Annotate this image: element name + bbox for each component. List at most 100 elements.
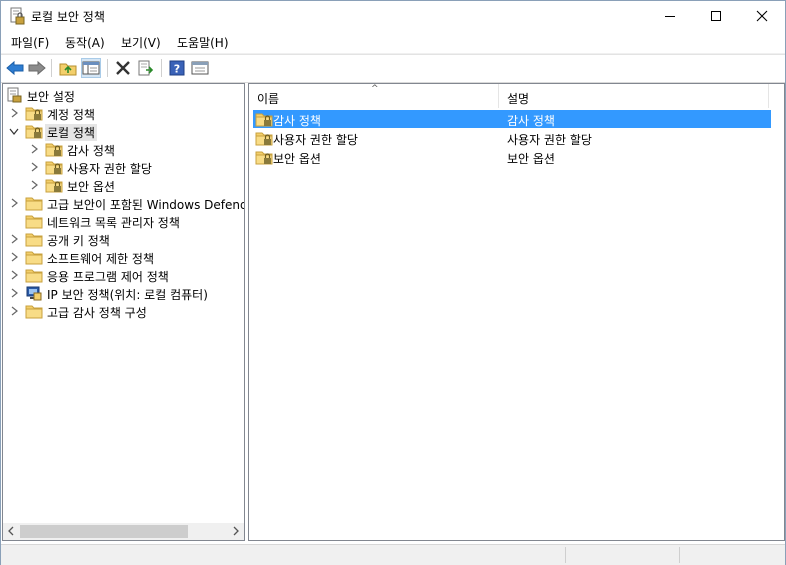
chevron-down-icon[interactable] bbox=[9, 125, 19, 137]
tree-item-application-control[interactable]: 응용 프로그램 제어 정책 bbox=[3, 266, 244, 284]
list-item-description: 사용자 권한 할당 bbox=[507, 133, 592, 147]
tree-item-user-rights-assignment[interactable]: 사용자 권한 할당 bbox=[3, 158, 244, 176]
tree-item-label: 로컬 정책 bbox=[45, 124, 97, 141]
tree-item-label: 고급 보안이 포함된 Windows Defende bbox=[47, 198, 245, 212]
close-button[interactable] bbox=[739, 1, 785, 31]
up-one-level-button[interactable] bbox=[58, 58, 78, 78]
list-item-name: 보안 옵션 bbox=[273, 152, 321, 166]
minimize-icon bbox=[665, 16, 675, 17]
tree-item-label: 고급 감사 정책 구성 bbox=[47, 306, 147, 320]
help-icon: ? bbox=[169, 60, 185, 76]
chevron-right-icon[interactable] bbox=[9, 305, 19, 317]
close-icon bbox=[756, 10, 768, 22]
chevron-right-icon[interactable] bbox=[9, 107, 19, 119]
folder-icon bbox=[25, 215, 43, 229]
tree-item-label: 네트워크 목록 관리자 정책 bbox=[47, 216, 180, 230]
chevron-right-icon[interactable] bbox=[29, 179, 39, 191]
chevron-right-icon[interactable] bbox=[29, 161, 39, 173]
list-header: ^ 이름 설명 bbox=[249, 84, 784, 108]
minimize-button[interactable] bbox=[647, 1, 693, 31]
menu-action[interactable]: 동작(A) bbox=[65, 34, 105, 51]
back-arrow-icon bbox=[6, 60, 24, 76]
security-settings-icon bbox=[6, 87, 24, 103]
scrollbar-thumb[interactable] bbox=[20, 525, 188, 538]
column-header-name[interactable]: ^ 이름 bbox=[249, 84, 499, 108]
tree-item-label: 보안 옵션 bbox=[67, 180, 115, 194]
column-header-label: 이름 bbox=[257, 92, 280, 106]
back-button[interactable] bbox=[5, 58, 25, 78]
show-hide-console-tree-button[interactable] bbox=[81, 58, 101, 78]
maximize-icon bbox=[711, 11, 721, 21]
export-list-button[interactable] bbox=[136, 58, 156, 78]
list-item-security-options[interactable]: 보안 옵션 보안 옵션 bbox=[253, 148, 771, 166]
toolbar-separator bbox=[107, 59, 108, 77]
show-hide-tree-icon bbox=[82, 61, 100, 75]
ip-security-icon bbox=[25, 285, 43, 301]
tree-item-label: 계정 정책 bbox=[47, 108, 95, 122]
tree-item-windows-defender-firewall[interactable]: 고급 보안이 포함된 Windows Defende bbox=[3, 194, 244, 212]
toolbar-separator bbox=[51, 59, 52, 77]
forward-button[interactable] bbox=[27, 58, 47, 78]
list-item-name: 감사 정책 bbox=[273, 114, 321, 128]
svg-text:?: ? bbox=[174, 63, 180, 76]
status-separator bbox=[565, 547, 566, 563]
lock-folder-icon bbox=[25, 107, 43, 121]
toolbar-separator bbox=[161, 59, 162, 77]
export-list-icon bbox=[138, 60, 154, 76]
lock-folder-icon bbox=[45, 143, 63, 157]
folder-icon bbox=[25, 251, 43, 265]
status-separator bbox=[679, 547, 680, 563]
tree-item-local-policies[interactable]: 로컬 정책 bbox=[3, 122, 244, 141]
folder-icon bbox=[25, 197, 43, 211]
up-folder-icon bbox=[59, 63, 77, 76]
tree-item-label: 감사 정책 bbox=[67, 144, 115, 158]
tree-item-software-restriction[interactable]: 소프트웨어 제한 정책 bbox=[3, 248, 244, 266]
console-tree-pane[interactable]: 보안 설정 계정 정책 로컬 정책 감사 정책 사용자 권한 할당 보안 옵션 bbox=[2, 83, 245, 541]
title-bar[interactable]: 로컬 보안 정책 bbox=[1, 1, 785, 31]
tree-item-ip-security-policies[interactable]: IP 보안 정책(위치: 로컬 컴퓨터) bbox=[3, 284, 244, 302]
list-item-name: 사용자 권한 할당 bbox=[273, 133, 358, 147]
lock-folder-icon bbox=[255, 113, 273, 127]
tree-item-audit-policy[interactable]: 감사 정책 bbox=[3, 140, 244, 158]
chevron-right-icon[interactable] bbox=[29, 143, 39, 155]
chevron-right-icon[interactable] bbox=[9, 233, 19, 245]
tree-item-account-policies[interactable]: 계정 정책 bbox=[3, 104, 244, 122]
tree-item-advanced-audit-policy[interactable]: 고급 감사 정책 구성 bbox=[3, 302, 244, 320]
properties-button[interactable] bbox=[190, 58, 210, 78]
security-policy-app-icon bbox=[9, 7, 25, 25]
tree-item-label: 응용 프로그램 제어 정책 bbox=[47, 270, 169, 284]
tree-item-label: 사용자 권한 할당 bbox=[67, 162, 152, 176]
lock-folder-icon bbox=[255, 151, 273, 165]
lock-folder-icon bbox=[45, 161, 63, 175]
list-item-audit-policy[interactable]: 감사 정책 감사 정책 bbox=[253, 110, 771, 128]
chevron-right-icon[interactable] bbox=[9, 287, 19, 299]
tree-item-public-key-policies[interactable]: 공개 키 정책 bbox=[3, 230, 244, 248]
maximize-button[interactable] bbox=[693, 1, 739, 31]
tree-item-security-settings[interactable]: 보안 설정 bbox=[3, 86, 244, 104]
chevron-right-icon[interactable] bbox=[9, 251, 19, 263]
chevron-right-icon[interactable] bbox=[9, 197, 19, 209]
list-item-user-rights-assignment[interactable]: 사용자 권한 할당 사용자 권한 할당 bbox=[253, 129, 771, 147]
lock-folder-icon bbox=[255, 132, 273, 146]
tree-horizontal-scrollbar[interactable] bbox=[3, 523, 244, 540]
tree-item-network-list-manager[interactable]: 네트워크 목록 관리자 정책 bbox=[3, 212, 244, 230]
delete-icon bbox=[116, 61, 130, 75]
menu-help[interactable]: 도움말(H) bbox=[177, 34, 229, 51]
tree-item-label: 소프트웨어 제한 정책 bbox=[47, 252, 154, 266]
menu-file[interactable]: 파일(F) bbox=[11, 34, 49, 51]
column-header-description[interactable]: 설명 bbox=[499, 84, 769, 108]
scroll-right-icon[interactable] bbox=[232, 525, 240, 537]
help-button[interactable]: ? bbox=[167, 58, 187, 78]
tree-item-security-options[interactable]: 보안 옵션 bbox=[3, 176, 244, 194]
lock-folder-icon bbox=[45, 179, 63, 193]
list-item-description: 감사 정책 bbox=[507, 114, 555, 128]
menu-view[interactable]: 보기(V) bbox=[121, 34, 161, 51]
result-list-pane[interactable]: ^ 이름 설명 감사 정책 감사 정책 사용자 권한 할당 사용자 권한 할당 … bbox=[248, 83, 785, 541]
chevron-right-icon[interactable] bbox=[9, 269, 19, 281]
menu-bar: 파일(F) 동작(A) 보기(V) 도움말(H) bbox=[1, 31, 785, 54]
list-item-description: 보안 옵션 bbox=[507, 152, 555, 166]
column-header-label: 설명 bbox=[507, 92, 530, 106]
delete-button[interactable] bbox=[113, 58, 133, 78]
status-bar bbox=[1, 544, 785, 565]
scroll-left-icon[interactable] bbox=[7, 525, 15, 537]
